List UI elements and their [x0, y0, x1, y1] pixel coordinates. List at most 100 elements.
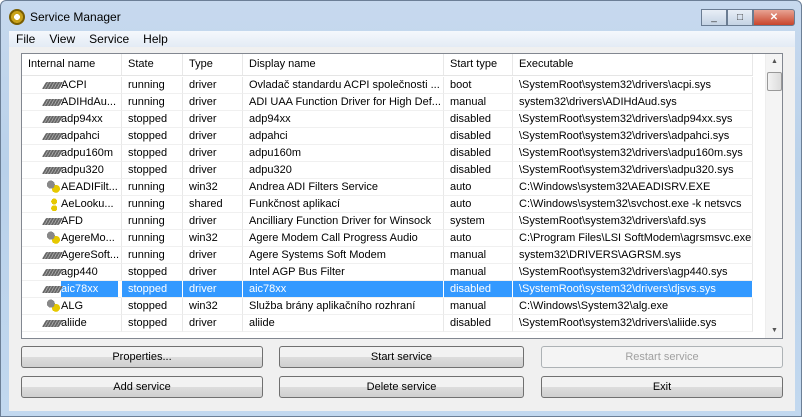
cell-type: driver	[183, 247, 243, 264]
cell-internal-name: AeLooku...	[22, 196, 122, 213]
menu-file[interactable]: File	[9, 31, 42, 47]
cell-internal-name: adpu160m	[22, 145, 122, 162]
cell-start-type: manual	[444, 94, 513, 111]
properties-button[interactable]: Properties...	[21, 346, 263, 368]
cell-internal-name: AgereSoft...	[22, 247, 122, 264]
column-header-start-type[interactable]: Start type	[444, 54, 513, 75]
cell-state: running	[122, 230, 183, 247]
cell-executable: \SystemRoot\system32\drivers\adp94xx.sys	[513, 111, 753, 128]
column-header-executable[interactable]: Executable	[513, 54, 753, 75]
add-service-button[interactable]: Add service	[21, 376, 263, 398]
delete-service-button[interactable]: Delete service	[279, 376, 524, 398]
table-row[interactable]: adpahci stopped driver adpahci disabled \Syst…	[22, 128, 753, 145]
cell-state: stopped	[122, 128, 183, 145]
cell-internal-name: ALG	[22, 298, 122, 315]
table-row[interactable]: ACPI running driver Ovladač standardu ACPI …	[22, 77, 753, 94]
cell-type: driver	[183, 128, 243, 145]
services-list[interactable]: Internal name State Type Display name St…	[21, 53, 783, 339]
driver-chip-icon	[41, 268, 64, 276]
column-header-internal-name[interactable]: Internal name	[22, 54, 122, 75]
cell-display-name: aic78xx	[243, 281, 444, 298]
table-row[interactable]: aliide stopped driver aliide disabled \System…	[22, 315, 753, 332]
cell-type: driver	[183, 264, 243, 281]
cell-executable: \SystemRoot\system32\drivers\aliide.sys	[513, 315, 753, 332]
start-service-button[interactable]: Start service	[279, 346, 524, 368]
driver-chip-icon	[41, 319, 64, 327]
cell-executable: \SystemRoot\system32\drivers\afd.sys	[513, 213, 753, 230]
vertical-scrollbar[interactable]: ▲ ▼	[765, 54, 782, 338]
table-row[interactable]: ALG stopped win32 Služba brány aplikačního …	[22, 298, 753, 315]
table-row[interactable]: AEADIFilt... running win32 Andrea ADI Filte…	[22, 179, 753, 196]
scroll-up-arrow-icon[interactable]: ▲	[766, 58, 782, 65]
minimize-button[interactable]: _	[701, 9, 727, 26]
cell-internal-name: aliide	[22, 315, 122, 332]
cell-internal-name: adp94xx	[22, 111, 122, 128]
window-title: Service Manager	[30, 10, 121, 24]
cell-state: running	[122, 77, 183, 94]
cell-type: win32	[183, 298, 243, 315]
cell-type: driver	[183, 145, 243, 162]
exit-button[interactable]: Exit	[541, 376, 783, 398]
close-button[interactable]: ✕	[753, 9, 795, 26]
driver-chip-icon	[41, 251, 64, 259]
cell-type: win32	[183, 179, 243, 196]
cell-type: driver	[183, 77, 243, 94]
cell-executable: system32\drivers\ADIHdAud.sys	[513, 94, 753, 111]
table-row[interactable]: AFD running driver Ancilliary Function Driv…	[22, 213, 753, 230]
cell-start-type: disabled	[444, 145, 513, 162]
menu-view[interactable]: View	[42, 31, 82, 47]
cell-display-name: adpahci	[243, 128, 444, 145]
cell-state: running	[122, 247, 183, 264]
driver-chip-icon	[41, 115, 64, 123]
cell-start-type: boot	[444, 77, 513, 94]
cell-display-name: Andrea ADI Filters Service	[243, 179, 444, 196]
driver-chip-icon	[41, 285, 64, 293]
table-row[interactable]: adpu320 stopped driver adpu320 disabled \Syst…	[22, 162, 753, 179]
cell-display-name: Agere Modem Call Progress Audio	[243, 230, 444, 247]
cell-display-name: ADI UAA Function Driver for High Def...	[243, 94, 444, 111]
cell-internal-name: ACPI	[22, 77, 122, 94]
cell-internal-name: AgereMo...	[22, 230, 122, 247]
cell-internal-name: ADIHdAu...	[22, 94, 122, 111]
table-row[interactable]: aic78xx stopped driver aic78xx disabled \Syst…	[22, 281, 753, 298]
table-row[interactable]: AgereMo... running win32 Agere Modem Call P…	[22, 230, 753, 247]
cell-type: shared	[183, 196, 243, 213]
table-row[interactable]: AgereSoft... running driver Agere Systems S…	[22, 247, 753, 264]
table-row[interactable]: ADIHdAu... running driver ADI UAA Function …	[22, 94, 753, 111]
cell-display-name: Agere Systems Soft Modem	[243, 247, 444, 264]
cell-display-name: Intel AGP Bus Filter	[243, 264, 444, 281]
scrollbar-thumb[interactable]	[767, 72, 782, 91]
cell-internal-name: adpu320	[22, 162, 122, 179]
cell-state: stopped	[122, 315, 183, 332]
driver-chip-icon	[41, 81, 64, 89]
column-header-state[interactable]: State	[122, 54, 183, 75]
title-bar: Service Manager	[9, 7, 121, 27]
cell-display-name: adpu320	[243, 162, 444, 179]
restart-service-button[interactable]: Restart service	[541, 346, 783, 368]
cell-state: stopped	[122, 162, 183, 179]
maximize-button[interactable]: □	[727, 9, 753, 26]
table-row[interactable]: AeLooku... running shared Funkčnost aplikac…	[22, 196, 753, 213]
table-row[interactable]: adpu160m stopped driver adpu160m disabled \Sy…	[22, 145, 753, 162]
column-header-type[interactable]: Type	[183, 54, 243, 75]
cell-state: stopped	[122, 111, 183, 128]
menu-help[interactable]: Help	[136, 31, 175, 47]
list-header: Internal name State Type Display name St…	[22, 54, 753, 76]
table-row[interactable]: agp440 stopped driver Intel AGP Bus Filter m…	[22, 264, 753, 281]
cell-display-name: Ovladač standardu ACPI společnosti ...	[243, 77, 444, 94]
cell-type: driver	[183, 162, 243, 179]
cell-internal-name: AEADIFilt...	[22, 179, 122, 196]
driver-chip-icon	[41, 149, 64, 157]
cell-state: stopped	[122, 145, 183, 162]
menu-service[interactable]: Service	[82, 31, 136, 47]
table-row[interactable]: adp94xx stopped driver adp94xx disabled \Syst…	[22, 111, 753, 128]
cell-executable: \SystemRoot\system32\drivers\adpahci.sys	[513, 128, 753, 145]
scroll-down-arrow-icon[interactable]: ▼	[766, 327, 782, 334]
cell-executable: \SystemRoot\system32\drivers\adpu160m.sy…	[513, 145, 753, 162]
cell-start-type: disabled	[444, 281, 513, 298]
cell-display-name: Funkčnost aplikací	[243, 196, 444, 213]
cell-start-type: system	[444, 213, 513, 230]
cell-executable: \SystemRoot\system32\drivers\agp440.sys	[513, 264, 753, 281]
cell-type: driver	[183, 111, 243, 128]
column-header-display-name[interactable]: Display name	[243, 54, 444, 75]
